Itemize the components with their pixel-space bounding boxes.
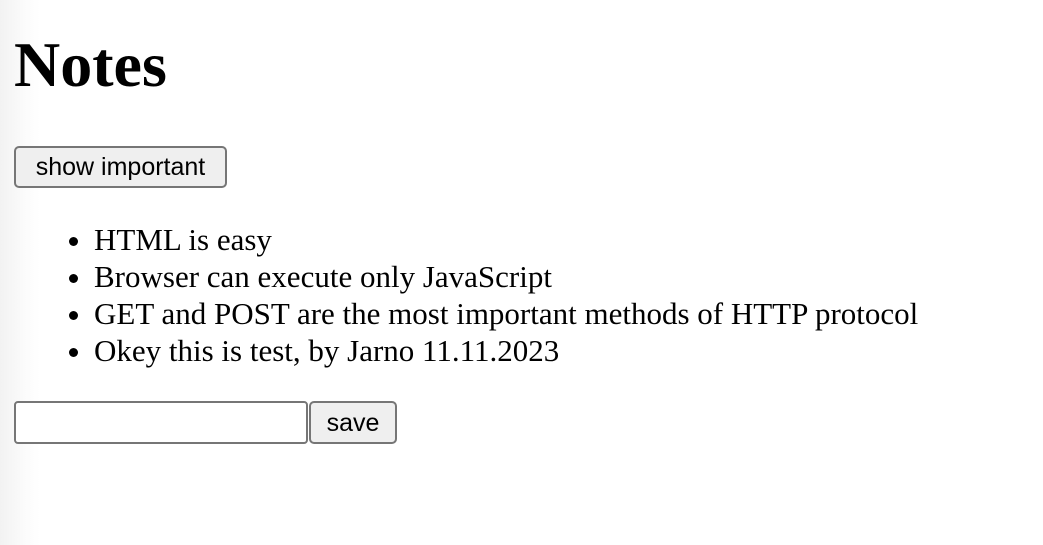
new-note-form: save [14, 401, 397, 444]
note-item: Okey this is test, by Jarno 11.11.2023 [94, 332, 918, 369]
show-important-button[interactable]: show important [14, 146, 227, 188]
note-item: GET and POST are the most important meth… [94, 295, 918, 332]
new-note-input[interactable] [14, 401, 308, 444]
note-item: Browser can execute only JavaScript [94, 258, 918, 295]
note-item: HTML is easy [94, 221, 918, 258]
page-title: Notes [14, 29, 167, 100]
save-button[interactable]: save [309, 401, 397, 444]
notes-list: HTML is easy Browser can execute only Ja… [14, 221, 918, 369]
